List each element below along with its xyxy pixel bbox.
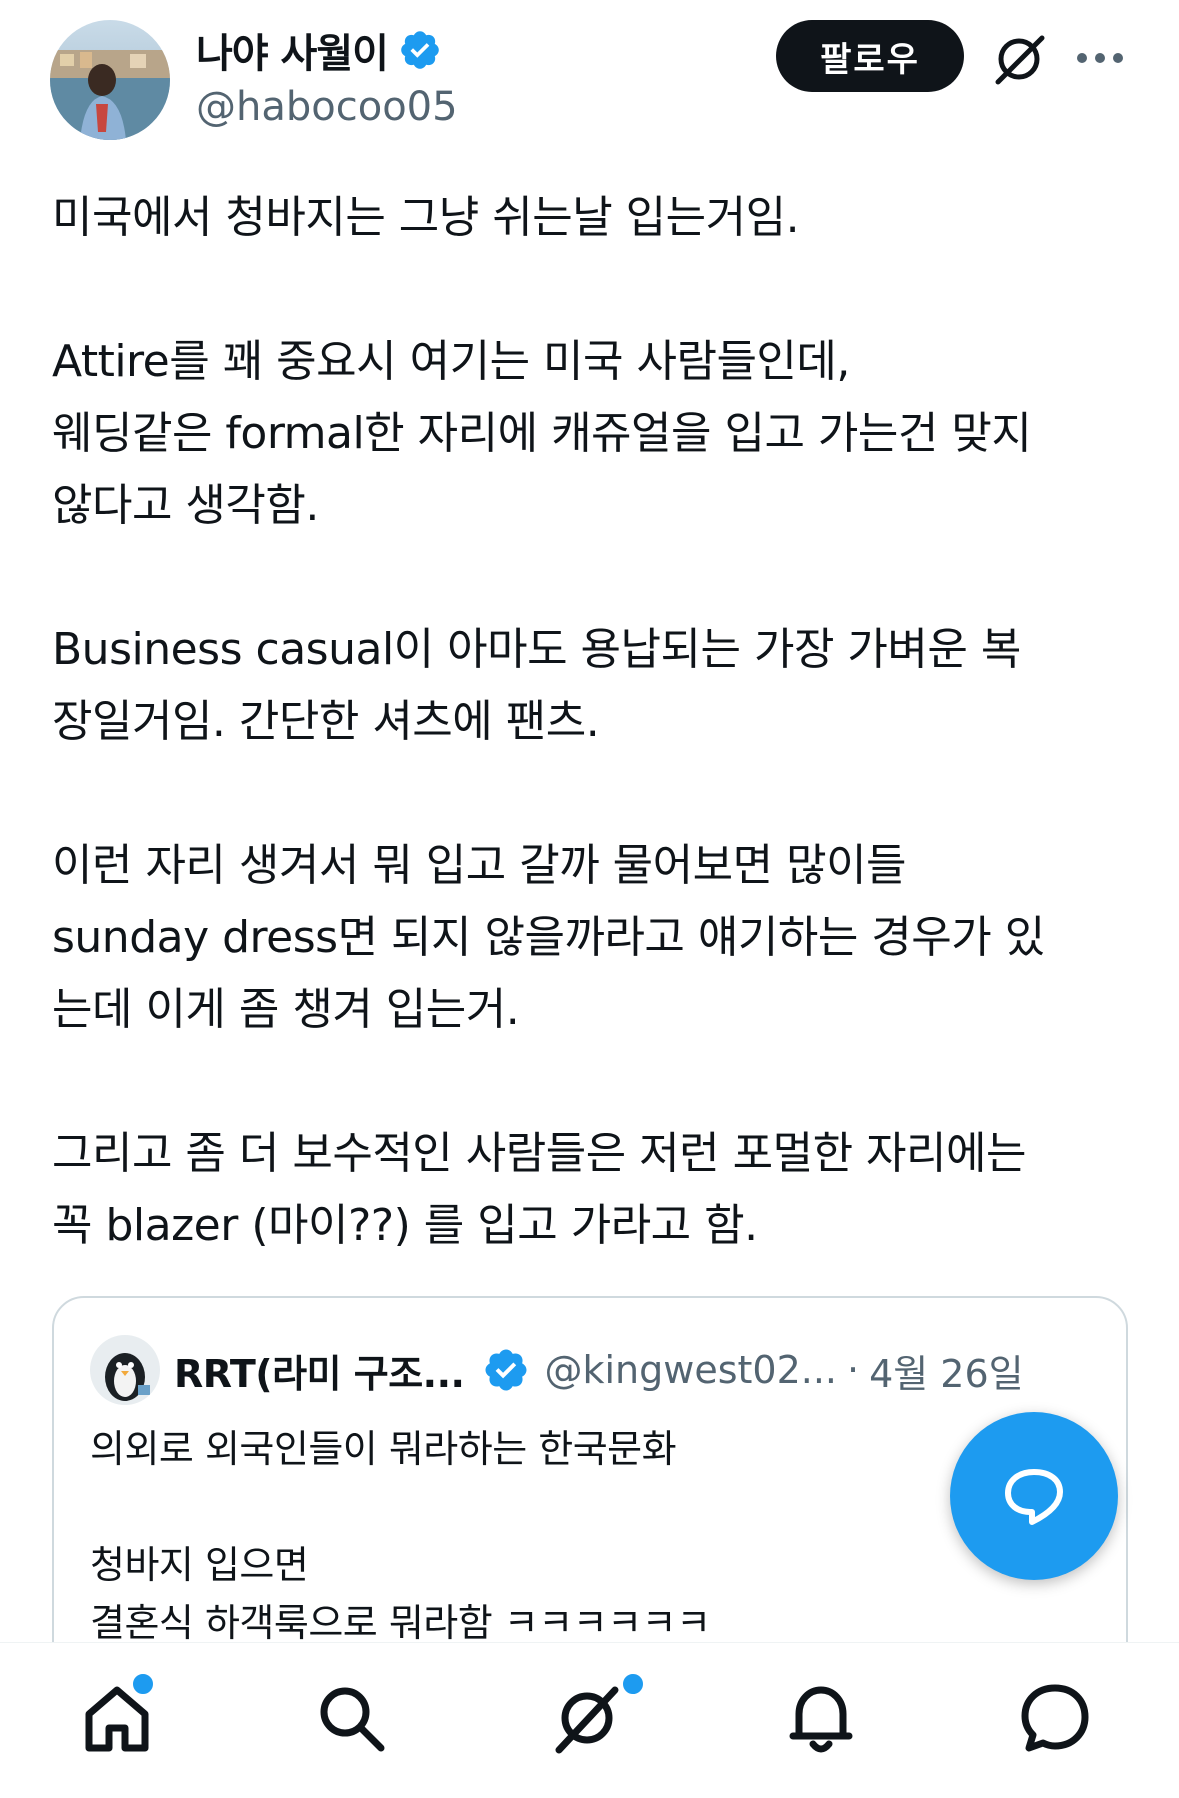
quote-date: 4월 26일 — [869, 1351, 1024, 1396]
tweet-line: Attire를 꽤 중요시 여기는 미국 사람들인데, — [52, 336, 850, 387]
quote-author-name: RRT(라미 구조... — [174, 1351, 465, 1396]
nav-home[interactable] — [72, 1671, 162, 1763]
compose-reply-button[interactable] — [950, 1412, 1118, 1580]
notification-dot — [620, 1671, 646, 1697]
messages-icon — [1021, 1684, 1089, 1752]
tweet-line: 미국에서 청바지는 그냥 쉬는날 입는거임. — [52, 192, 800, 243]
nav-notifications[interactable] — [776, 1673, 866, 1763]
tweet-detail-screen: 나야 사월이 @habocoo05 팔로우 미국에서 청바지는 그냥 쉬는날 입… — [0, 0, 1179, 1798]
grok-icon — [555, 1686, 619, 1754]
nav-grok[interactable] — [542, 1671, 646, 1763]
author-handle[interactable]: @habocoo05 — [196, 84, 458, 130]
bell-icon — [789, 1686, 853, 1753]
follow-button[interactable]: 팔로우 — [776, 20, 964, 92]
search-icon — [320, 1687, 385, 1752]
verified-badge-icon — [485, 1349, 527, 1391]
tweet-line: 웨딩같은 formal한 자리에 캐쥬얼을 입고 가는건 맞지 — [52, 408, 1032, 459]
quote-line: 청바지 입으면 — [90, 1543, 309, 1587]
author-display-name[interactable]: 나야 사월이 — [196, 21, 389, 79]
tweet-line: 그리고 좀 더 보수적인 사람들은 저런 포멀한 자리에는 — [52, 1128, 1026, 1179]
separator-dot: · — [847, 1348, 860, 1392]
verified-badge-icon — [401, 31, 439, 69]
notification-dot — [130, 1671, 156, 1697]
quote-line: 의외로 외국인들이 뭐라하는 한국문화 — [90, 1427, 677, 1471]
compose-reply-icon — [1005, 1469, 1063, 1525]
quote-text: 의외로 외국인들이 뭐라하는 한국문화 청바지 입으면 결혼식 하객룩으로 뭐라… — [90, 1420, 711, 1652]
tweet-line: sunday dress면 되지 않을까라고 얘기하는 경우가 있 — [52, 912, 1045, 963]
quote-author-avatar — [90, 1335, 160, 1405]
nav-messages[interactable] — [1010, 1673, 1100, 1763]
tweet-line: 꼭 blazer (마이??) 를 입고 가라고 함. — [52, 1200, 758, 1251]
tweet-line: 않다고 생각함. — [52, 480, 319, 531]
more-icon[interactable] — [1072, 30, 1128, 86]
author-avatar[interactable] — [50, 20, 170, 140]
tweet-line: 장일거임. 간단한 셔츠에 팬츠. — [52, 696, 600, 747]
nav-search[interactable] — [306, 1673, 396, 1763]
quote-author-handle: @kingwest02... — [544, 1348, 837, 1392]
tweet-text: 미국에서 청바지는 그냥 쉬는날 입는거임. Attire를 꽤 중요시 여기는… — [52, 182, 1132, 1262]
tweet-line: 는데 이게 좀 챙겨 입는거. — [52, 984, 520, 1035]
bottom-nav — [0, 1642, 1179, 1798]
tweet-line: 이런 자리 생겨서 뭐 입고 갈까 물어보면 많이들 — [52, 840, 907, 891]
grok-icon[interactable] — [990, 30, 1048, 88]
tweet-line: Business casual이 아마도 용납되는 가장 가벼운 복 — [52, 624, 1021, 675]
